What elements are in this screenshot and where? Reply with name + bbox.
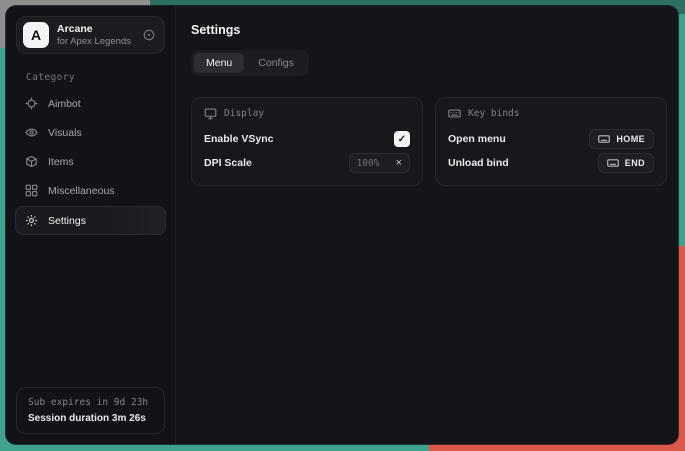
check-icon: ✓ xyxy=(398,134,406,145)
category-label: Category xyxy=(26,72,175,83)
subscription-card: Sub expires in 9d 23h Session duration 3… xyxy=(16,387,165,434)
tab-bar: Menu Configs xyxy=(191,50,309,76)
sidebar-item-aimbot[interactable]: Aimbot xyxy=(15,90,166,117)
monitor-icon xyxy=(204,107,217,120)
setting-row-dpi: DPI Scale × xyxy=(204,151,410,175)
app-subtitle: for Apex Legends xyxy=(57,36,134,48)
card-title: Display xyxy=(224,108,264,119)
keyboard-icon xyxy=(598,133,610,145)
settings-cards: Display Enable VSync ✓ DPI Scale × xyxy=(191,97,667,186)
sidebar-item-visuals[interactable]: Visuals xyxy=(15,119,166,146)
sidebar-item-miscellaneous[interactable]: Miscellaneous xyxy=(15,177,166,204)
keyboard-icon xyxy=(448,107,461,120)
sidebar-item-label: Miscellaneous xyxy=(48,185,115,197)
open-menu-keybind[interactable]: HOME xyxy=(589,129,654,149)
session-duration-text: Session duration 3m 26s xyxy=(28,413,153,424)
sub-expiry-text: Sub expires in 9d 23h xyxy=(28,397,153,408)
sidebar-item-label: Items xyxy=(48,156,74,168)
gear-icon xyxy=(25,214,38,227)
tab-configs[interactable]: Configs xyxy=(246,53,306,73)
display-card: Display Enable VSync ✓ DPI Scale × xyxy=(191,97,423,186)
page-title: Settings xyxy=(191,23,667,37)
sidebar-item-items[interactable]: Items xyxy=(15,148,166,175)
keyboard-icon xyxy=(607,157,619,169)
main-panel: Settings Menu Configs Display xyxy=(176,6,678,444)
target-icon[interactable] xyxy=(142,28,156,42)
setting-row-open-menu: Open menu HOME xyxy=(448,127,654,151)
clear-icon[interactable]: × xyxy=(396,158,402,169)
sidebar-nav: Aimbot Visuals Ite xyxy=(6,90,175,235)
desktop-background: A Arcane for Apex Legends Category xyxy=(0,0,685,451)
app-window: A Arcane for Apex Legends Category xyxy=(6,6,678,444)
sidebar: A Arcane for Apex Legends Category xyxy=(6,6,176,444)
setting-row-vsync: Enable VSync ✓ xyxy=(204,127,410,151)
card-title: Key binds xyxy=(468,108,519,119)
sidebar-item-label: Settings xyxy=(48,215,86,227)
dpi-scale-input[interactable] xyxy=(357,158,389,169)
sidebar-item-settings[interactable]: Settings xyxy=(15,206,166,235)
keybinds-card: Key binds Open menu HOME xyxy=(435,97,667,186)
box-icon xyxy=(25,155,38,168)
crosshair-icon xyxy=(25,97,38,110)
grid-icon xyxy=(25,184,38,197)
app-title: Arcane xyxy=(57,23,134,36)
setting-row-unload-bind: Unload bind END xyxy=(448,151,654,175)
app-logo: A xyxy=(23,22,49,48)
vsync-checkbox[interactable]: ✓ xyxy=(394,131,410,147)
eye-icon xyxy=(25,126,38,139)
sidebar-item-label: Aimbot xyxy=(48,98,81,110)
dpi-scale-field: × xyxy=(349,153,410,173)
unload-keybind[interactable]: END xyxy=(598,153,654,173)
brand-card: A Arcane for Apex Legends xyxy=(16,16,165,54)
sidebar-item-label: Visuals xyxy=(48,127,82,139)
tab-menu[interactable]: Menu xyxy=(194,53,244,73)
